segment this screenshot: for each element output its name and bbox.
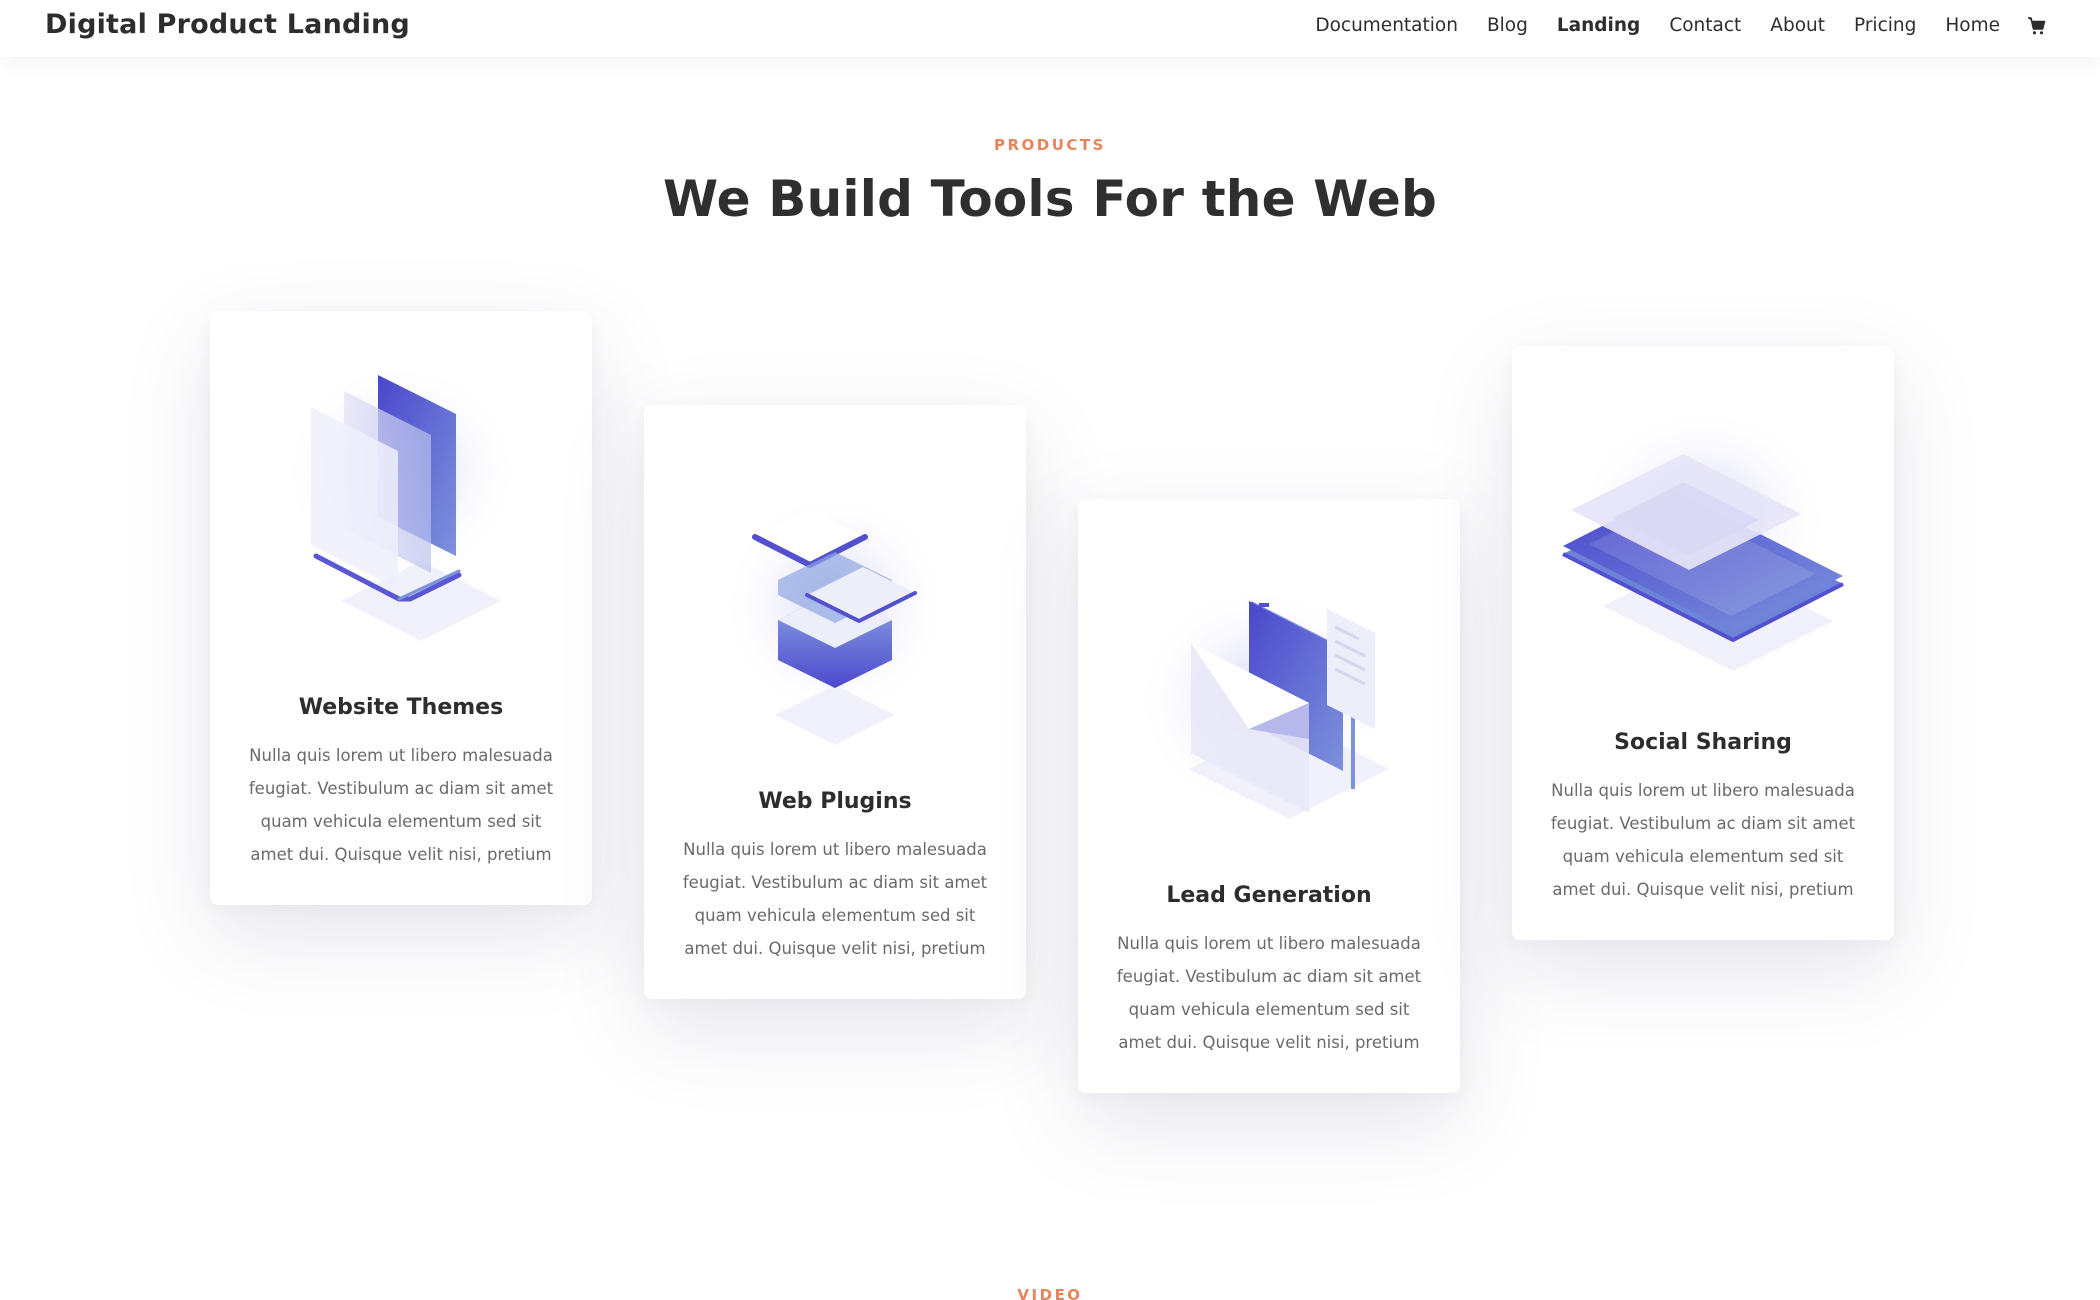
products-eyebrow: PRODUCTS xyxy=(994,136,1106,154)
section-title: We Build Tools For the Web xyxy=(663,170,1437,228)
nav-item-blog[interactable]: Blog xyxy=(1487,15,1528,36)
card-text: Nulla quis lorem ut libero malesuada feu… xyxy=(1550,781,1856,899)
video-eyebrow: VIDEO xyxy=(1017,1286,1083,1300)
nav-item-landing[interactable]: Landing xyxy=(1557,15,1640,36)
product-card-web-plugins[interactable]: Web Plugins Nulla quis lorem ut libero m… xyxy=(644,405,1026,999)
nav-item-home[interactable]: Home xyxy=(1945,15,2000,36)
nav-item-pricing[interactable]: Pricing xyxy=(1854,15,1916,36)
main-nav: Documentation Blog Landing Contact About… xyxy=(1286,15,2046,36)
card-text: Nulla quis lorem ut libero malesuada feu… xyxy=(1116,934,1422,1052)
card-title: Web Plugins xyxy=(758,789,912,814)
card-text: Nulla quis lorem ut libero malesuada feu… xyxy=(682,840,988,958)
stacked-layers-illustration-icon xyxy=(685,445,985,745)
card-title: Lead Generation xyxy=(1166,883,1372,908)
product-card-lead-generation[interactable]: Lead Generation Nulla quis lorem ut libe… xyxy=(1078,499,1460,1093)
nav-item-about[interactable]: About xyxy=(1770,15,1825,36)
card-title: Website Themes xyxy=(298,695,504,720)
product-card-social-sharing[interactable]: Social Sharing Nulla quis lorem ut liber… xyxy=(1512,346,1894,940)
card-text: Nulla quis lorem ut libero malesuada feu… xyxy=(248,746,554,864)
envelope-document-illustration-icon xyxy=(1119,539,1419,839)
site-header: Digital Product Landing Documentation Bl… xyxy=(0,0,2100,57)
cart-icon[interactable] xyxy=(2027,16,2046,36)
nav-item-documentation[interactable]: Documentation xyxy=(1315,15,1458,36)
tablet-illustration-icon xyxy=(1553,386,1853,686)
page: Digital Product Landing Documentation Bl… xyxy=(0,0,2100,1300)
laptop-illustration-icon xyxy=(251,351,551,651)
product-card-website-themes[interactable]: Website Themes Nulla quis lorem ut liber… xyxy=(210,311,592,905)
site-logo[interactable]: Digital Product Landing xyxy=(45,9,410,40)
card-title: Social Sharing xyxy=(1614,730,1792,755)
nav-item-contact[interactable]: Contact xyxy=(1669,15,1741,36)
